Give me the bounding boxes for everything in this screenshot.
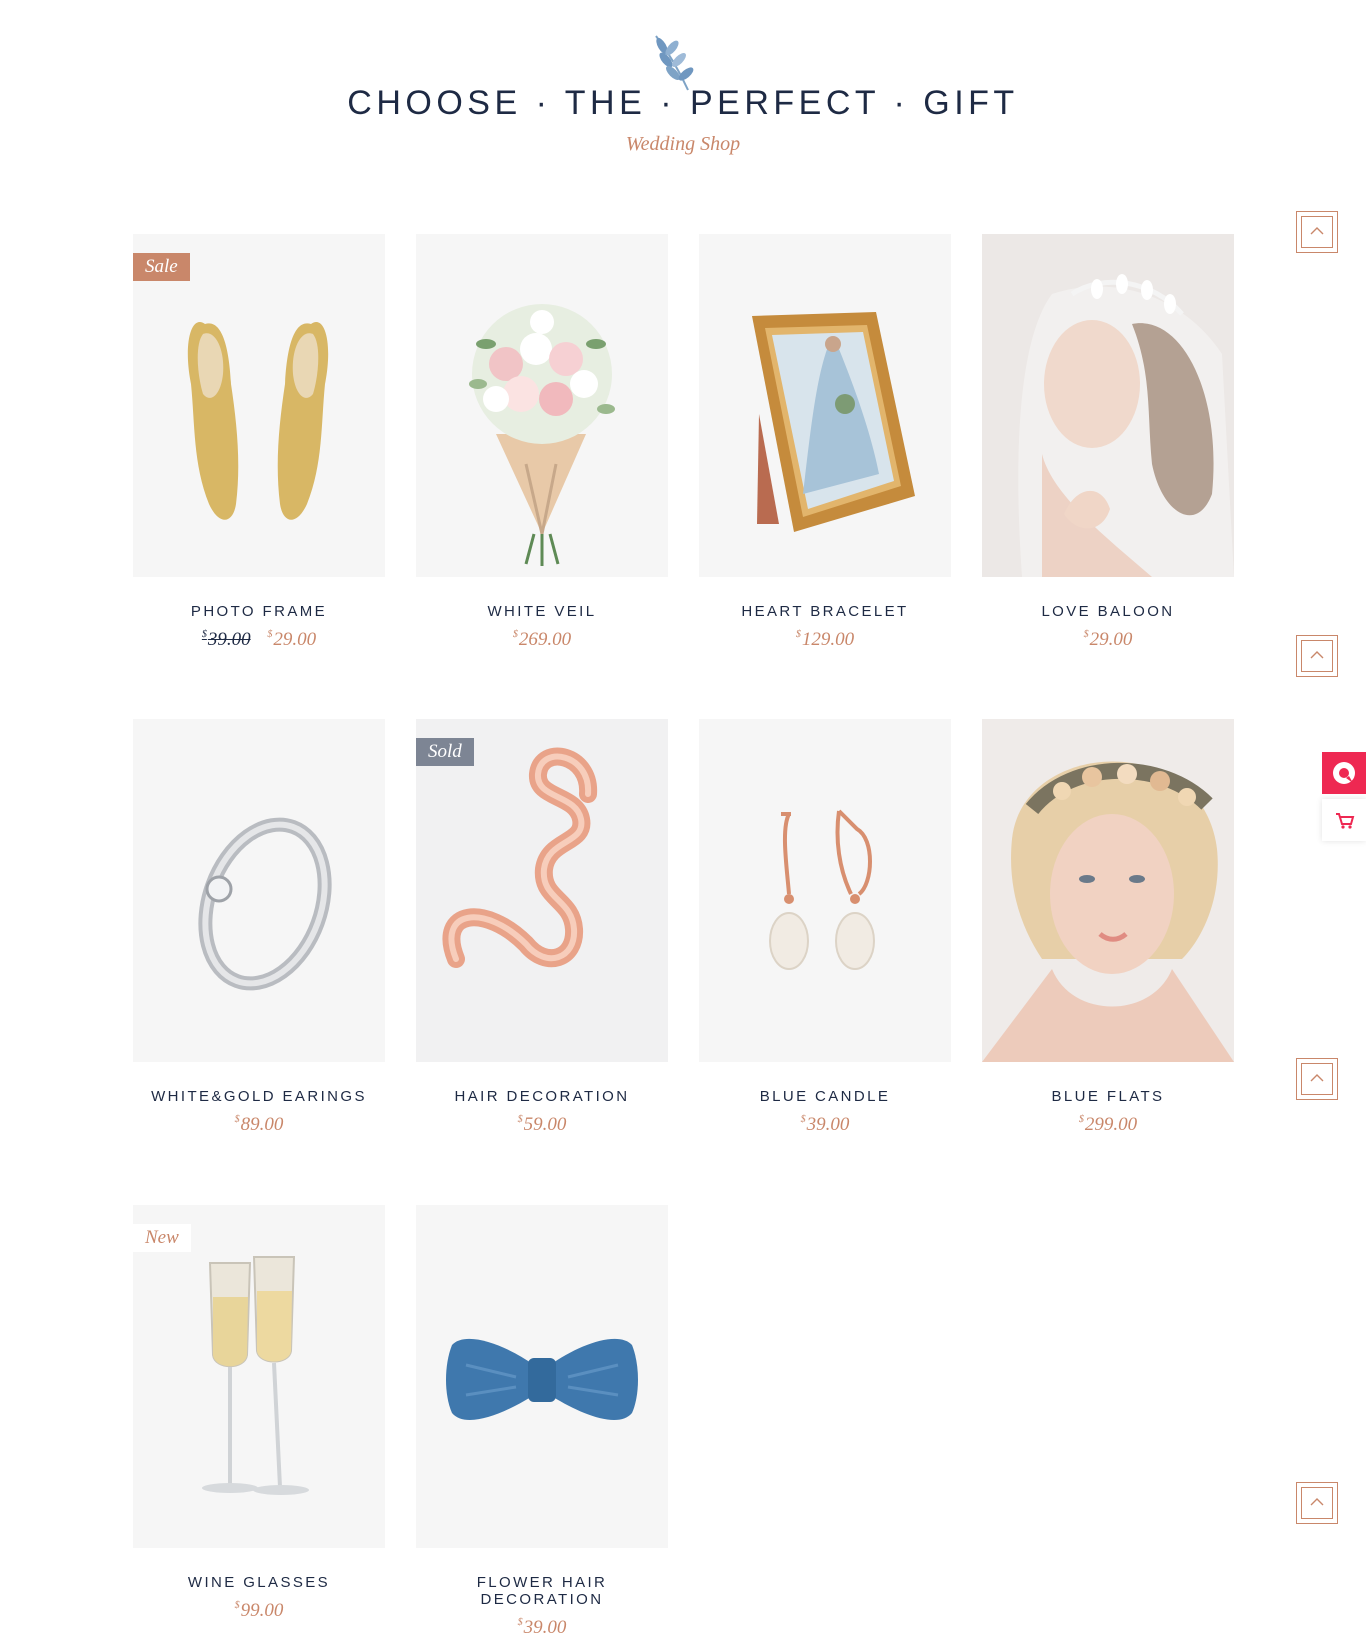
section-header: CHOOSE · THE · PERFECT · GIFT Wedding Sh… xyxy=(0,0,1366,190)
bride-floral-headband-portrait-icon xyxy=(982,719,1234,1062)
product-image-bouquet[interactable] xyxy=(416,234,668,577)
product-image-ring[interactable] xyxy=(133,719,385,1062)
product-image-champagne[interactable]: New xyxy=(133,1205,385,1548)
product-card[interactable]: WHITE&GOLD EARINGS $89.00 xyxy=(133,719,385,1136)
product-name[interactable]: BLUE FLATS xyxy=(982,1088,1234,1105)
product-card[interactable]: Sold HAIR DECORATION $59.00 xyxy=(416,719,668,1136)
product-card[interactable]: BLUE FLATS $299.00 xyxy=(982,719,1234,1136)
product-card[interactable]: HEART BRACELET $129.00 xyxy=(699,234,951,651)
pearl-earrings-icon xyxy=(769,809,875,970)
product-card[interactable]: WHITE VEIL $269.00 xyxy=(416,234,668,651)
scroll-top-button[interactable] xyxy=(1296,1058,1338,1100)
blue-bow-tie-icon xyxy=(446,1338,638,1421)
product-name[interactable]: HAIR DECORATION xyxy=(416,1088,668,1105)
product-name[interactable]: WHITE&GOLD EARINGS xyxy=(133,1088,385,1105)
product-image-bow-tie[interactable] xyxy=(416,1205,668,1548)
product-price: $39.00 xyxy=(517,1617,567,1638)
champagne-glasses-icon xyxy=(202,1256,309,1495)
scroll-top-button[interactable] xyxy=(1296,1482,1338,1524)
love-balloon-icon xyxy=(442,747,598,968)
new-badge: New xyxy=(133,1224,191,1252)
product-price: $269.00 xyxy=(512,629,572,650)
chevron-up-icon xyxy=(1310,1074,1324,1082)
flower-bouquet-icon xyxy=(469,304,615,566)
scroll-top-button[interactable] xyxy=(1296,635,1338,677)
product-sale-price: $29.00 xyxy=(267,629,317,650)
silver-ring-icon xyxy=(198,817,332,991)
product-old-price: $39.00 xyxy=(201,629,251,650)
gold-shoes-icon xyxy=(187,322,329,520)
product-price: $59.00 xyxy=(517,1114,567,1135)
product-price: $29.00 xyxy=(1083,629,1133,650)
product-card[interactable]: BLUE CANDLE $39.00 xyxy=(699,719,951,1136)
chevron-up-icon xyxy=(1310,651,1324,659)
product-card[interactable]: FLOWER HAIR DECORATION $39.00 xyxy=(416,1205,668,1639)
product-image-gold-shoes[interactable]: Sale xyxy=(133,234,385,577)
product-card[interactable]: Sale PHOTO FRAME $39.00 $29.00 xyxy=(133,234,385,651)
product-name[interactable]: HEART BRACELET xyxy=(699,603,951,620)
product-name[interactable]: FLOWER HAIR DECORATION xyxy=(416,1574,668,1608)
product-card[interactable]: New WINE GLASSES $99.00 xyxy=(133,1205,385,1622)
product-name[interactable]: WINE GLASSES xyxy=(133,1574,385,1591)
product-name[interactable]: WHITE VEIL xyxy=(416,603,668,620)
sold-badge: Sold xyxy=(416,738,474,766)
side-cart-button[interactable] xyxy=(1322,799,1366,841)
product-price: $39.00 $29.00 xyxy=(133,629,385,651)
product-name[interactable]: BLUE CANDLE xyxy=(699,1088,951,1105)
side-chat-button[interactable] xyxy=(1322,752,1366,794)
product-image-love-balloon[interactable]: Sold xyxy=(416,719,668,1062)
product-image-bride-veil[interactable] xyxy=(982,234,1234,577)
product-image-photo-frame[interactable] xyxy=(699,234,951,577)
bride-veil-portrait-icon xyxy=(982,234,1234,577)
product-price: $39.00 xyxy=(800,1114,850,1135)
chevron-up-icon xyxy=(1310,1498,1324,1506)
scroll-top-button[interactable] xyxy=(1296,211,1338,253)
product-name[interactable]: LOVE BALOON xyxy=(982,603,1234,620)
product-image-earrings[interactable] xyxy=(699,719,951,1062)
photo-frame-icon xyxy=(752,312,915,532)
page-subtitle: Wedding Shop xyxy=(625,133,741,155)
chat-bubble-icon xyxy=(1333,762,1355,784)
product-price: $299.00 xyxy=(1078,1114,1138,1135)
product-image-bride-headband[interactable] xyxy=(982,719,1234,1062)
product-name[interactable]: PHOTO FRAME xyxy=(133,603,385,620)
product-price: $89.00 xyxy=(234,1114,284,1135)
cart-icon xyxy=(1336,813,1355,829)
page-title: CHOOSE · THE · PERFECT · GIFT xyxy=(347,84,1019,122)
product-price: $129.00 xyxy=(795,629,855,650)
product-card[interactable]: LOVE BALOON $29.00 xyxy=(982,234,1234,651)
product-price: $99.00 xyxy=(234,1600,284,1621)
sale-badge: Sale xyxy=(133,253,190,281)
chevron-up-icon xyxy=(1310,227,1324,235)
